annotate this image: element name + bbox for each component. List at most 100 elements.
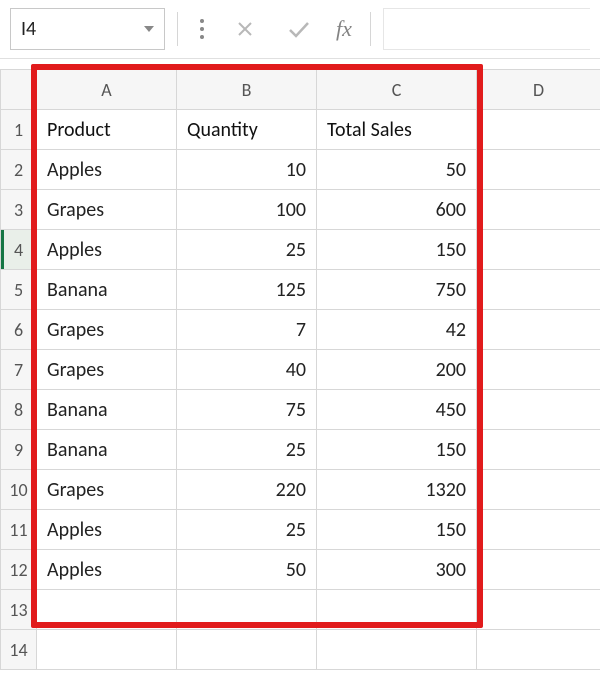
table-row: 14 — [1, 630, 600, 670]
formula-input[interactable] — [383, 8, 590, 50]
cell[interactable]: 1320 — [317, 470, 477, 510]
cell[interactable]: Product — [37, 110, 177, 150]
cell[interactable] — [477, 590, 600, 630]
cell[interactable]: 40 — [177, 350, 317, 390]
row-header[interactable]: 12 — [1, 550, 37, 590]
table-row: 4Apples25150 — [1, 230, 600, 270]
cell[interactable] — [477, 630, 600, 670]
more-icon[interactable] — [190, 8, 214, 50]
table-row: 7Grapes40200 — [1, 350, 600, 390]
cell[interactable] — [37, 630, 177, 670]
cell[interactable] — [477, 550, 600, 590]
row-header[interactable]: 9 — [1, 430, 37, 470]
cell[interactable] — [477, 350, 600, 390]
cell[interactable] — [477, 390, 600, 430]
row-header[interactable]: 4 — [1, 230, 37, 270]
cell[interactable] — [477, 110, 600, 150]
name-box[interactable]: I4 — [10, 8, 165, 50]
table-row: 5Banana125750 — [1, 270, 600, 310]
cell[interactable]: Apples — [37, 230, 177, 270]
formula-bar: I4 fx — [0, 0, 600, 59]
cell[interactable] — [177, 590, 317, 630]
row-header[interactable]: 3 — [1, 190, 37, 230]
row-header[interactable]: 6 — [1, 310, 37, 350]
cell[interactable]: 42 — [317, 310, 477, 350]
cell[interactable]: Grapes — [37, 190, 177, 230]
name-box-value: I4 — [21, 17, 36, 41]
divider — [370, 12, 371, 46]
table-row: 6Grapes742 — [1, 310, 600, 350]
divider — [177, 12, 178, 46]
enter-icon[interactable] — [276, 8, 322, 50]
column-header[interactable]: B — [177, 70, 317, 110]
row-header[interactable]: 10 — [1, 470, 37, 510]
row-header[interactable]: 14 — [1, 630, 37, 670]
cell[interactable]: 25 — [177, 230, 317, 270]
row-header[interactable]: 8 — [1, 390, 37, 430]
column-header[interactable]: A — [37, 70, 177, 110]
cell[interactable]: 300 — [317, 550, 477, 590]
cell[interactable] — [477, 270, 600, 310]
cell[interactable]: Grapes — [37, 470, 177, 510]
fx-icon[interactable]: fx — [330, 16, 358, 42]
spreadsheet: A B C D 1ProductQuantityTotal Sales 2App… — [0, 59, 600, 670]
cell[interactable] — [317, 630, 477, 670]
cell[interactable] — [477, 310, 600, 350]
cell[interactable] — [477, 510, 600, 550]
cell[interactable] — [177, 630, 317, 670]
cell[interactable]: 750 — [317, 270, 477, 310]
column-header-row: A B C D — [1, 70, 600, 110]
cell[interactable] — [317, 590, 477, 630]
cell[interactable]: 10 — [177, 150, 317, 190]
cell[interactable]: 125 — [177, 270, 317, 310]
column-header[interactable]: C — [317, 70, 477, 110]
table-row: 12Apples50300 — [1, 550, 600, 590]
cell[interactable]: 25 — [177, 510, 317, 550]
cell[interactable] — [37, 590, 177, 630]
cell[interactable] — [477, 430, 600, 470]
table-row: 3Grapes100600 — [1, 190, 600, 230]
column-header[interactable]: D — [477, 70, 600, 110]
cell[interactable]: 450 — [317, 390, 477, 430]
table-row: 11Apples25150 — [1, 510, 600, 550]
cell[interactable]: 25 — [177, 430, 317, 470]
cell[interactable] — [477, 470, 600, 510]
cell[interactable]: 100 — [177, 190, 317, 230]
chevron-down-icon — [144, 26, 154, 32]
cell[interactable]: Apples — [37, 550, 177, 590]
row-header[interactable]: 13 — [1, 590, 37, 630]
cell[interactable]: 600 — [317, 190, 477, 230]
cell[interactable]: Banana — [37, 430, 177, 470]
cell[interactable]: Quantity — [177, 110, 317, 150]
cell[interactable]: 220 — [177, 470, 317, 510]
cell[interactable]: 150 — [317, 430, 477, 470]
grid[interactable]: A B C D 1ProductQuantityTotal Sales 2App… — [0, 69, 600, 670]
cell[interactable]: Total Sales — [317, 110, 477, 150]
cancel-icon[interactable] — [222, 8, 268, 50]
cell[interactable]: 200 — [317, 350, 477, 390]
cell[interactable] — [477, 230, 600, 270]
cell[interactable]: Apples — [37, 150, 177, 190]
cell[interactable]: 75 — [177, 390, 317, 430]
row-header[interactable]: 5 — [1, 270, 37, 310]
table-row: 9Banana25150 — [1, 430, 600, 470]
cell[interactable]: Banana — [37, 390, 177, 430]
cell[interactable] — [477, 190, 600, 230]
cell[interactable]: 150 — [317, 510, 477, 550]
select-all-corner[interactable] — [1, 70, 37, 110]
row-header[interactable]: 2 — [1, 150, 37, 190]
cell[interactable]: Apples — [37, 510, 177, 550]
table-row: 2Apples1050 — [1, 150, 600, 190]
row-header[interactable]: 7 — [1, 350, 37, 390]
cell[interactable]: Grapes — [37, 350, 177, 390]
row-header[interactable]: 11 — [1, 510, 37, 550]
cell[interactable] — [477, 150, 600, 190]
cell[interactable]: 50 — [177, 550, 317, 590]
cell[interactable]: Banana — [37, 270, 177, 310]
table-row: 1ProductQuantityTotal Sales — [1, 110, 600, 150]
cell[interactable]: Grapes — [37, 310, 177, 350]
row-header[interactable]: 1 — [1, 110, 37, 150]
cell[interactable]: 150 — [317, 230, 477, 270]
cell[interactable]: 50 — [317, 150, 477, 190]
cell[interactable]: 7 — [177, 310, 317, 350]
